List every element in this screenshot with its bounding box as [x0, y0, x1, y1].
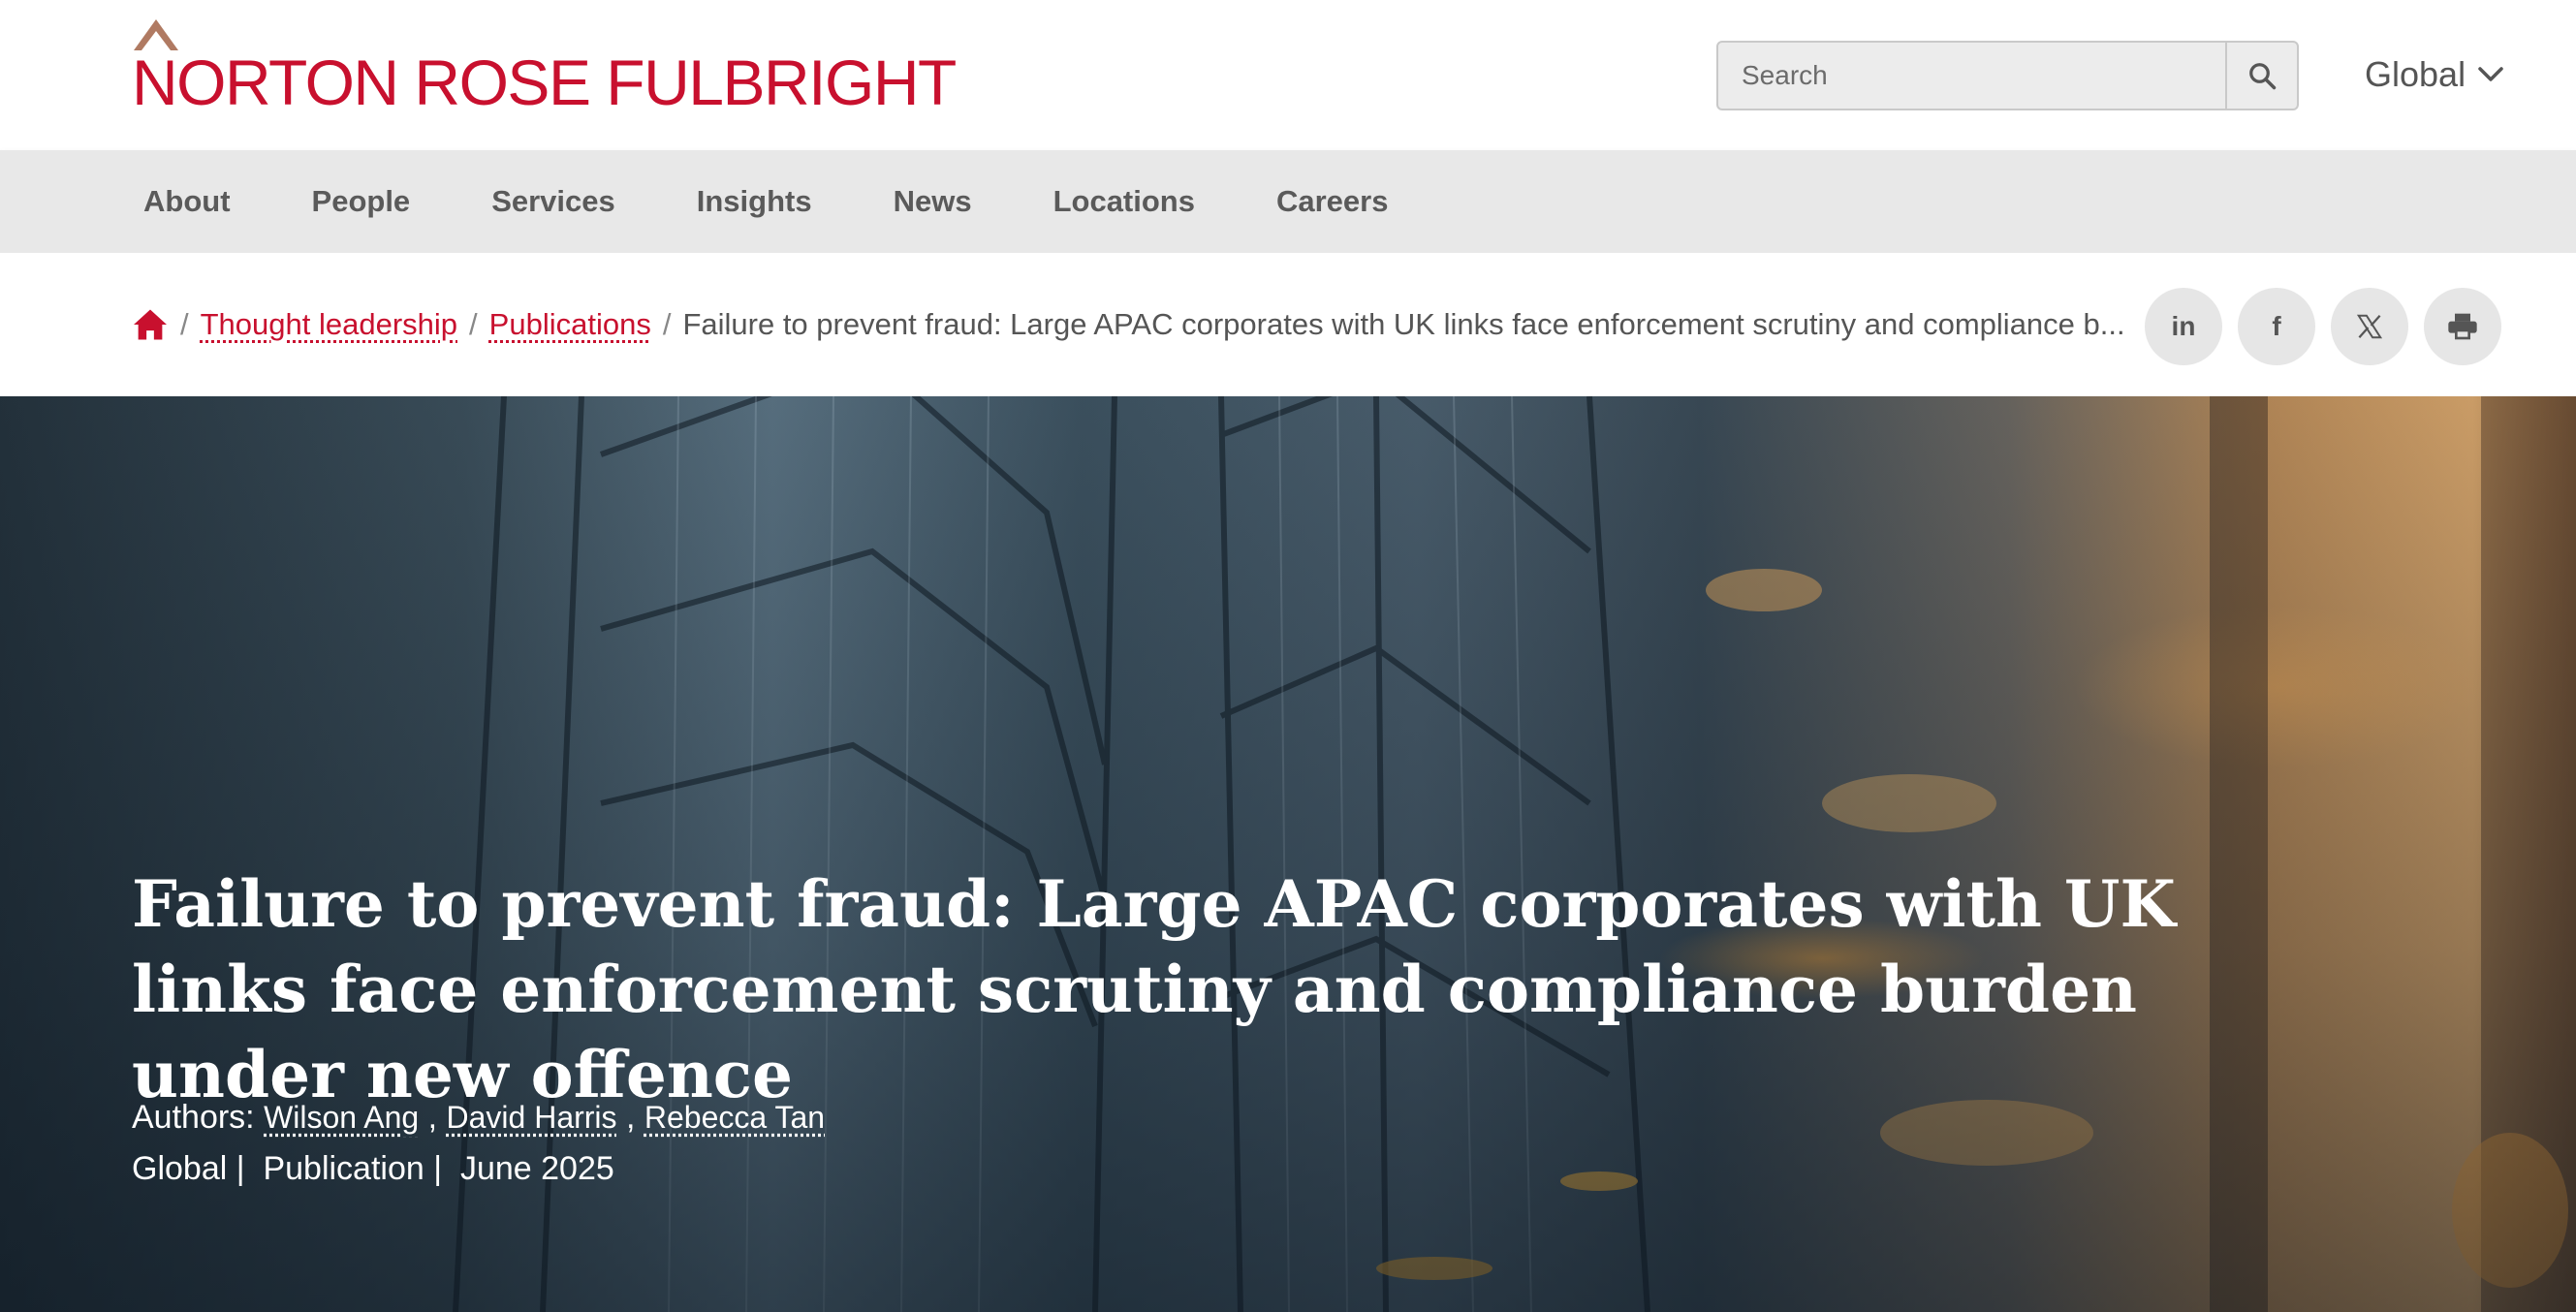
breadcrumb-separator: / [662, 307, 672, 341]
nav-item-about[interactable]: About [143, 184, 231, 219]
nav-item-people[interactable]: People [312, 184, 411, 219]
nav-item-services[interactable]: Services [491, 184, 615, 219]
author-separator: , [616, 1099, 644, 1136]
linkedin-icon: in [2171, 311, 2196, 341]
search-icon [2249, 63, 2277, 90]
home-icon[interactable] [132, 308, 169, 341]
breadcrumb-thought-leadership[interactable]: Thought leadership [201, 307, 457, 342]
authors-line: Authors: Wilson Ang , David Harris , Reb… [132, 1099, 825, 1137]
hero-banner: Failure to prevent fraud: Large APAC cor… [0, 396, 2576, 1312]
author-link-rebecca-tan[interactable]: Rebecca Tan [644, 1100, 825, 1135]
author-link-david-harris[interactable]: David Harris [447, 1100, 617, 1135]
print-icon [2448, 313, 2477, 340]
publication-meta: Global | Publication | June 2025 [132, 1150, 614, 1188]
x-share-button[interactable] [2331, 288, 2408, 365]
facebook-share-button[interactable]: f [2238, 288, 2315, 365]
nav-item-news[interactable]: News [894, 184, 972, 219]
share-buttons: in f [2145, 288, 2501, 365]
print-button[interactable] [2424, 288, 2501, 365]
author-separator: , [419, 1099, 447, 1136]
breadcrumb-separator: / [469, 307, 478, 341]
meta-region: Global [132, 1150, 228, 1187]
search-box [1716, 41, 2299, 110]
search-button[interactable] [2225, 43, 2297, 109]
x-icon [2356, 314, 2383, 339]
brand-logo[interactable]: NORTON ROSE FULBRIGHT [132, 17, 957, 114]
breadcrumb-separator: / [180, 307, 189, 341]
search-input[interactable] [1718, 43, 2225, 109]
breadcrumb: / Thought leadership / Publications / Fa… [132, 253, 2125, 396]
authors-label: Authors: [132, 1099, 255, 1136]
meta-separator: | [424, 1150, 460, 1187]
site-header: NORTON ROSE FULBRIGHT Global [0, 0, 2576, 150]
meta-date: June 2025 [459, 1150, 614, 1187]
chevron-down-icon [2478, 67, 2503, 81]
page-title: Failure to prevent fraud: Large APAC cor… [132, 866, 2176, 1112]
nav-item-locations[interactable]: Locations [1053, 184, 1195, 219]
main-nav: About People Services Insights News Loca… [0, 150, 2576, 253]
brand-name: NORTON ROSE FULBRIGHT [132, 47, 957, 118]
nav-item-careers[interactable]: Careers [1276, 184, 1388, 219]
breadcrumb-publications[interactable]: Publications [489, 307, 651, 342]
breadcrumb-current: Failure to prevent fraud: Large APAC cor… [682, 307, 2125, 341]
facebook-icon: f [2272, 311, 2281, 341]
author-link-wilson-ang[interactable]: Wilson Ang [264, 1100, 419, 1135]
meta-type: Publication [263, 1150, 424, 1187]
linkedin-share-button[interactable]: in [2145, 288, 2222, 365]
region-selector[interactable]: Global [2365, 54, 2504, 95]
meta-separator: | [227, 1150, 264, 1187]
nav-item-insights[interactable]: Insights [697, 184, 812, 219]
region-label: Global [2365, 54, 2466, 94]
